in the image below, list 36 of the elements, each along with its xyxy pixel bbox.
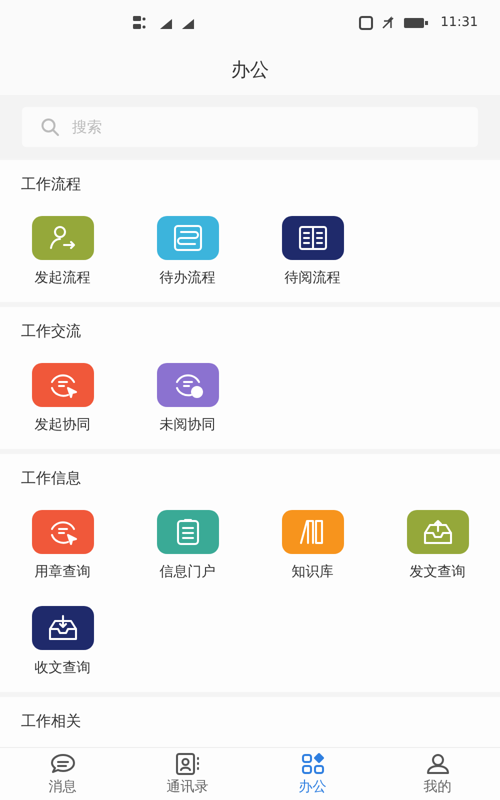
nav-tab[interactable]: 我的 <box>375 748 500 800</box>
app-tile[interactable] <box>156 510 218 554</box>
app-label[interactable]: 待阅流程 <box>284 270 340 286</box>
app-tile[interactable] <box>282 510 344 554</box>
app-tile[interactable] <box>282 216 344 260</box>
chat-icon <box>48 752 76 776</box>
app-tile[interactable] <box>156 363 218 407</box>
app-label[interactable]: 发文查询 <box>410 564 466 580</box>
app-tile[interactable] <box>32 606 94 650</box>
section-title: 工作相关 <box>20 711 82 731</box>
nav-tab[interactable]: 通讯录 <box>125 748 250 800</box>
app-tile[interactable] <box>32 510 94 554</box>
contact-card-icon <box>174 752 202 776</box>
app-label[interactable]: 发起协同 <box>34 417 90 433</box>
nav-tab[interactable]: 消息 <box>0 748 125 800</box>
app-tile[interactable] <box>32 216 94 260</box>
search-field[interactable]: 搜索 <box>22 107 478 147</box>
page-title: 办公 <box>230 58 270 83</box>
app-tile[interactable] <box>32 363 94 407</box>
battery-icon <box>402 16 429 28</box>
app-tile[interactable] <box>406 510 468 554</box>
app-tile[interactable] <box>156 216 218 260</box>
app-label[interactable]: 未阅协同 <box>160 417 216 433</box>
app-label[interactable]: 知识库 <box>292 564 334 580</box>
app-label[interactable]: 收文查询 <box>34 660 90 676</box>
clock-time: 11:31 <box>440 15 478 30</box>
app-label[interactable]: 待办流程 <box>160 270 216 286</box>
sim-cards-icon <box>132 16 146 30</box>
search-icon <box>40 117 60 137</box>
app-label[interactable]: 发起流程 <box>34 270 90 286</box>
app-label[interactable]: 信息门户 <box>160 564 216 580</box>
section-title: 工作流程 <box>20 174 82 194</box>
section-title: 工作交流 <box>20 321 82 341</box>
app-label[interactable]: 用章查询 <box>34 564 90 580</box>
nav-tab[interactable]: 办公 <box>250 748 375 800</box>
section-title: 工作信息 <box>20 468 82 488</box>
